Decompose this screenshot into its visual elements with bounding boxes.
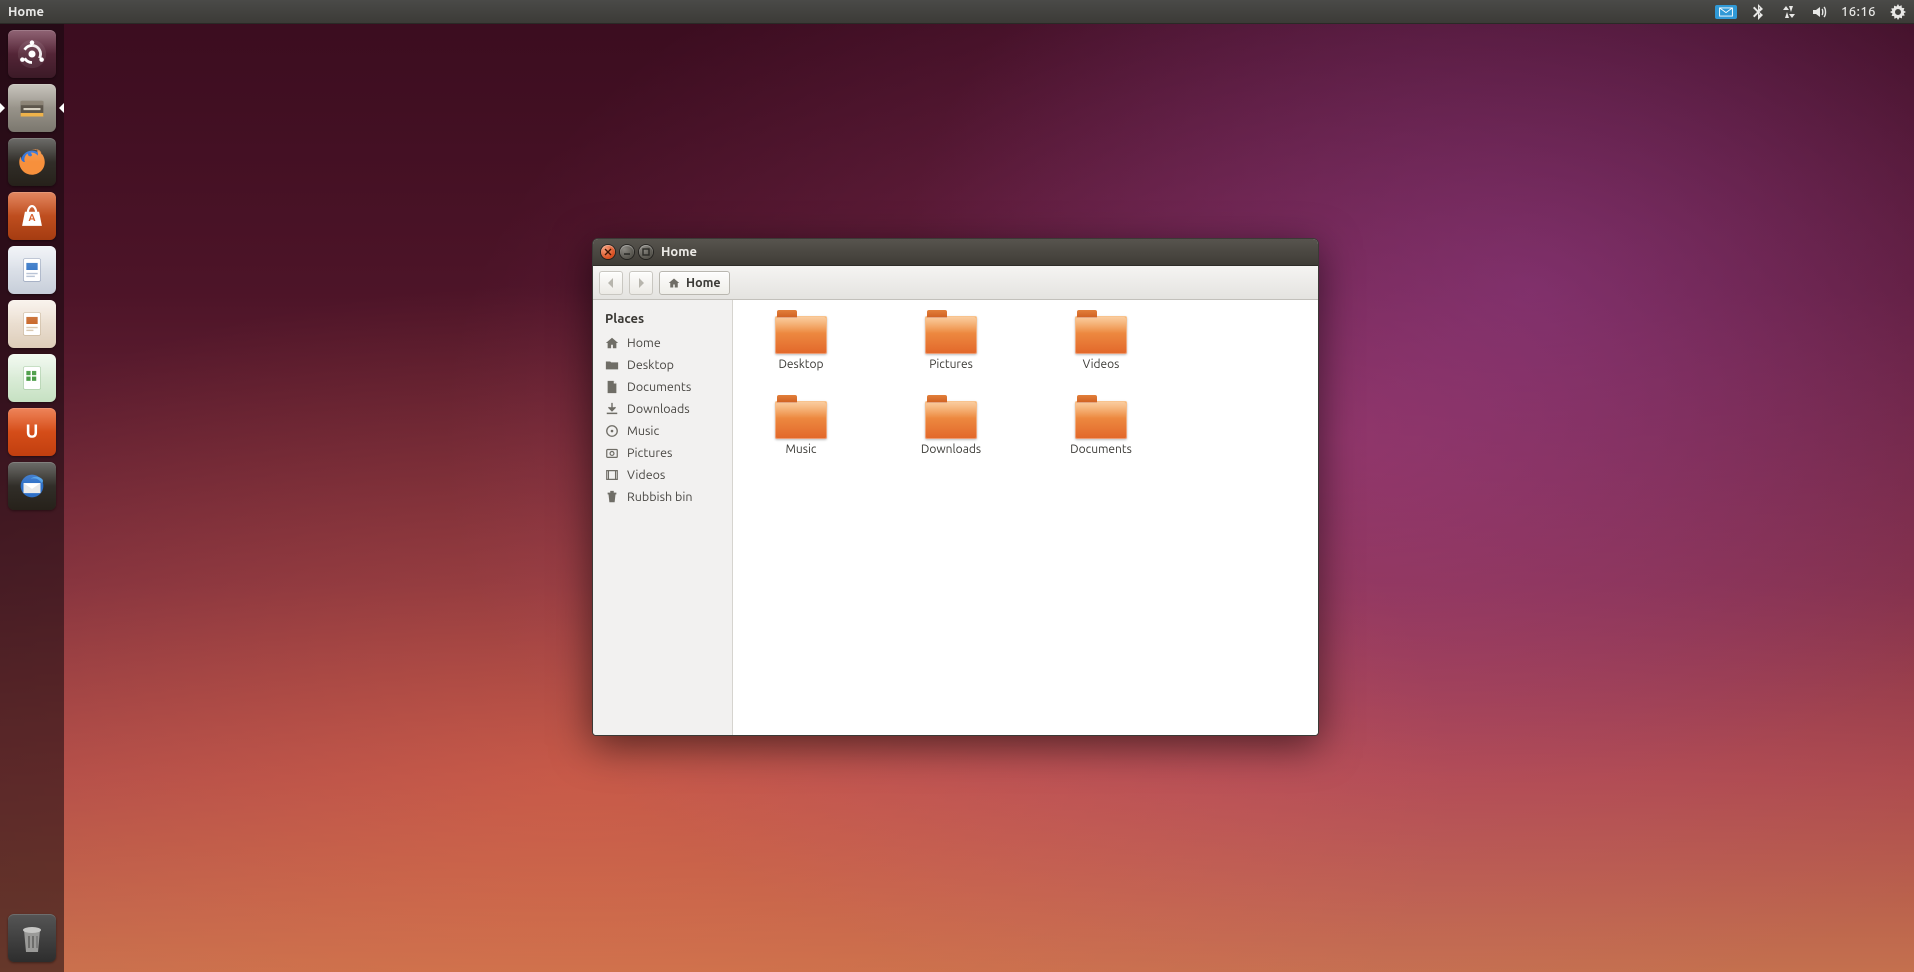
download-icon bbox=[605, 402, 619, 416]
svg-text:U: U bbox=[26, 422, 39, 442]
launcher: A U bbox=[0, 24, 64, 972]
window-title: Home bbox=[661, 245, 697, 259]
sidebar-item-downloads[interactable]: Downloads bbox=[593, 398, 732, 420]
folder-label: Pictures bbox=[909, 358, 993, 371]
sidebar-item-label: Music bbox=[627, 424, 659, 438]
sidebar-item-label: Rubbish bin bbox=[627, 490, 693, 504]
folder-icon bbox=[925, 401, 977, 439]
messaging-menu-icon[interactable] bbox=[1715, 5, 1737, 19]
sidebar-item-pictures[interactable]: Pictures bbox=[593, 442, 732, 464]
launcher-item-trash[interactable] bbox=[8, 914, 56, 962]
sidebar-item-label: Pictures bbox=[627, 446, 672, 460]
sidebar-item-label: Home bbox=[627, 336, 661, 350]
toolbar: Home bbox=[593, 266, 1318, 300]
svg-text:A: A bbox=[29, 212, 36, 223]
sidebar-item-documents[interactable]: Documents bbox=[593, 376, 732, 398]
writer-icon bbox=[15, 253, 49, 287]
launcher-item-files[interactable] bbox=[8, 84, 56, 132]
sidebar-item-videos[interactable]: Videos bbox=[593, 464, 732, 486]
top-panel: Home 16:16 bbox=[0, 0, 1914, 24]
videos-icon bbox=[605, 468, 619, 482]
panel-title: Home bbox=[8, 5, 44, 19]
folder-icon bbox=[1075, 316, 1127, 354]
folder-item[interactable]: Desktop bbox=[759, 310, 843, 371]
thunderbird-icon bbox=[15, 469, 49, 503]
launcher-item-thunderbird[interactable] bbox=[8, 462, 56, 510]
launcher-item-ubuntuone[interactable]: U bbox=[8, 408, 56, 456]
breadcrumb[interactable]: Home bbox=[659, 271, 730, 295]
trash-icon bbox=[605, 490, 619, 504]
folder-item[interactable]: Music bbox=[759, 395, 843, 456]
network-icon[interactable] bbox=[1781, 4, 1797, 20]
firefox-icon bbox=[15, 145, 49, 179]
document-icon bbox=[605, 380, 619, 394]
file-manager-icon bbox=[15, 91, 49, 125]
launcher-item-writer[interactable] bbox=[8, 246, 56, 294]
window-maximize-button[interactable] bbox=[639, 245, 653, 259]
window-titlebar[interactable]: Home bbox=[593, 239, 1318, 266]
sidebar-item-label: Documents bbox=[627, 380, 691, 394]
calc-icon bbox=[15, 361, 49, 395]
nav-back-button[interactable] bbox=[599, 271, 623, 295]
home-icon bbox=[668, 277, 680, 289]
chevron-right-icon bbox=[636, 278, 646, 288]
launcher-item-calc[interactable] bbox=[8, 354, 56, 402]
running-pip-icon bbox=[0, 103, 5, 113]
impress-icon bbox=[15, 307, 49, 341]
trash-icon bbox=[8, 914, 56, 962]
places-sidebar: Places Home Desktop Documents Downloads bbox=[593, 300, 733, 735]
sidebar-item-trash[interactable]: Rubbish bin bbox=[593, 486, 732, 508]
desktop: Home 16:16 bbox=[0, 0, 1914, 972]
folder-item[interactable]: Pictures bbox=[909, 310, 993, 371]
launcher-item-firefox[interactable] bbox=[8, 138, 56, 186]
window-close-button[interactable] bbox=[601, 245, 615, 259]
folder-label: Videos bbox=[1059, 358, 1143, 371]
folder-view[interactable]: Desktop Pictures Videos Music Downloads bbox=[733, 300, 1318, 735]
folder-label: Desktop bbox=[759, 358, 843, 371]
folder-item[interactable]: Downloads bbox=[909, 395, 993, 456]
software-centre-icon: A bbox=[15, 199, 49, 233]
desktop-folder-icon bbox=[605, 358, 619, 372]
folder-item[interactable]: Documents bbox=[1059, 395, 1143, 456]
places-section-label: Places bbox=[593, 308, 732, 332]
sidebar-item-label: Videos bbox=[627, 468, 665, 482]
sidebar-item-label: Downloads bbox=[627, 402, 690, 416]
pictures-icon bbox=[605, 446, 619, 460]
folder-icon bbox=[775, 401, 827, 439]
sidebar-item-label: Desktop bbox=[627, 358, 674, 372]
window-minimize-button[interactable] bbox=[620, 245, 634, 259]
folder-icon bbox=[1075, 401, 1127, 439]
clock[interactable]: 16:16 bbox=[1841, 5, 1876, 19]
music-icon bbox=[605, 424, 619, 438]
folder-icon bbox=[775, 316, 827, 354]
session-menu-icon[interactable] bbox=[1890, 4, 1906, 20]
sidebar-item-home[interactable]: Home bbox=[593, 332, 732, 354]
folder-label: Documents bbox=[1059, 443, 1143, 456]
ubuntu-one-icon: U bbox=[15, 415, 49, 449]
launcher-item-dash[interactable] bbox=[8, 30, 56, 78]
files-window: Home Home Places Home bbox=[592, 238, 1319, 736]
folder-item[interactable]: Videos bbox=[1059, 310, 1143, 371]
sound-icon[interactable] bbox=[1811, 4, 1827, 20]
home-icon bbox=[605, 336, 619, 350]
bluetooth-icon[interactable] bbox=[1751, 4, 1767, 20]
sidebar-item-music[interactable]: Music bbox=[593, 420, 732, 442]
focused-pip-icon bbox=[59, 103, 64, 113]
sidebar-item-desktop[interactable]: Desktop bbox=[593, 354, 732, 376]
folder-icon bbox=[925, 316, 977, 354]
launcher-item-impress[interactable] bbox=[8, 300, 56, 348]
nav-forward-button[interactable] bbox=[629, 271, 653, 295]
ubuntu-logo-icon bbox=[15, 37, 49, 71]
breadcrumb-label: Home bbox=[686, 276, 721, 290]
chevron-left-icon bbox=[606, 278, 616, 288]
folder-label: Downloads bbox=[909, 443, 993, 456]
launcher-item-software[interactable]: A bbox=[8, 192, 56, 240]
folder-label: Music bbox=[759, 443, 843, 456]
